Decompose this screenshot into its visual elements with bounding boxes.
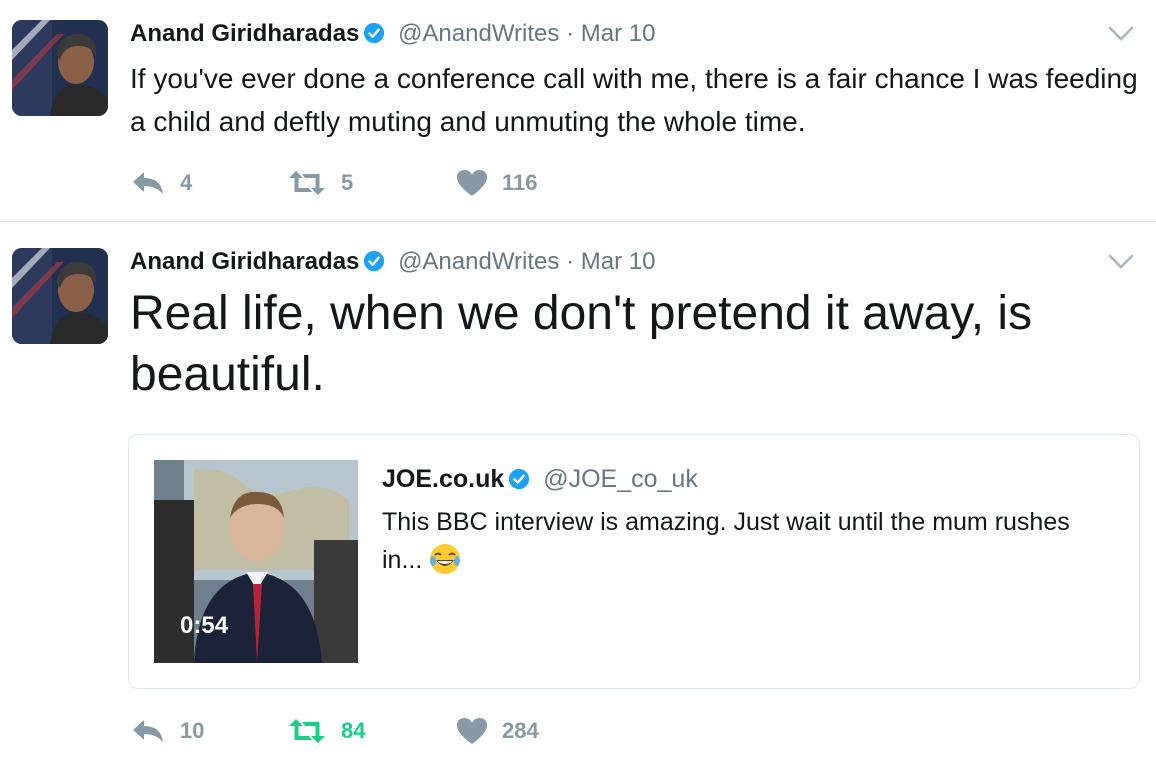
retweet-button[interactable]: 84 xyxy=(287,715,365,747)
avatar-image xyxy=(12,248,108,344)
tweet-header: Anand Giridharadas @AnandWrites · Mar 10 xyxy=(130,246,655,278)
retweet-icon xyxy=(287,718,327,744)
reply-icon xyxy=(130,170,166,196)
author-handle[interactable]: @AnandWrites xyxy=(398,20,559,47)
tweet-actions: 4 5 116 xyxy=(130,167,1030,199)
tweet[interactable]: Anand Giridharadas @AnandWrites · Mar 10… xyxy=(0,0,1156,222)
like-button[interactable]: 116 xyxy=(456,167,538,199)
tweet-text: Real life, when we don't pretend it away… xyxy=(130,287,1033,401)
tweet-actions: 10 84 284 xyxy=(130,715,1030,747)
quoted-tweet-header: JOE.co.uk @JOE_co_uk xyxy=(382,463,698,498)
verified-badge-icon xyxy=(363,21,385,53)
chevron-down-icon[interactable] xyxy=(1108,254,1134,270)
tweet-date[interactable]: Mar 10 xyxy=(581,20,656,47)
author-name[interactable]: Anand Giridharadas xyxy=(130,20,359,47)
tweet-text: If you've ever done a conference call wi… xyxy=(130,63,1138,137)
reply-count: 10 xyxy=(180,718,205,743)
header-separator: · xyxy=(566,20,575,47)
retweet-count: 84 xyxy=(341,718,366,743)
header-separator: · xyxy=(566,248,575,275)
verified-badge-icon xyxy=(363,249,385,281)
chevron-down-icon[interactable] xyxy=(1108,26,1134,42)
tweet-header: Anand Giridharadas @AnandWrites · Mar 10 xyxy=(130,18,655,50)
like-count: 284 xyxy=(502,718,539,743)
like-button[interactable]: 284 xyxy=(456,715,539,747)
avatar[interactable] xyxy=(12,20,108,116)
reply-count: 4 xyxy=(180,170,193,195)
video-thumbnail[interactable]: 0:54 xyxy=(154,460,358,663)
heart-icon xyxy=(456,169,488,197)
video-duration: 0:54 xyxy=(180,612,229,639)
retweet-count: 5 xyxy=(341,170,354,195)
tweet[interactable]: Anand Giridharadas @AnandWrites · Mar 10… xyxy=(0,223,1156,768)
avatar-image xyxy=(12,20,108,116)
reply-button[interactable]: 4 xyxy=(130,167,192,199)
quoted-author-handle[interactable]: @JOE_co_uk xyxy=(543,465,698,493)
quoted-text-body: This BBC interview is amazing. Just wait… xyxy=(382,508,1070,574)
retweet-button[interactable]: 5 xyxy=(287,167,353,199)
author-name[interactable]: Anand Giridharadas xyxy=(130,248,359,275)
heart-icon xyxy=(456,717,488,745)
reply-button[interactable]: 10 xyxy=(130,715,204,747)
quoted-tweet[interactable]: 0:54 JOE.co.uk @JOE_co_uk This BBC inter… xyxy=(128,434,1140,689)
retweet-icon xyxy=(287,170,327,196)
like-count: 116 xyxy=(502,170,538,195)
verified-badge-icon xyxy=(508,466,530,498)
avatar[interactable] xyxy=(12,248,108,344)
tweet-date[interactable]: Mar 10 xyxy=(581,248,656,275)
author-handle[interactable]: @AnandWrites xyxy=(398,248,559,275)
face-with-tears-of-joy-icon xyxy=(428,542,462,587)
reply-icon xyxy=(130,718,166,744)
quoted-tweet-text: This BBC interview is amazing. Just wait… xyxy=(382,503,1102,587)
quoted-author-name[interactable]: JOE.co.uk xyxy=(382,465,504,493)
